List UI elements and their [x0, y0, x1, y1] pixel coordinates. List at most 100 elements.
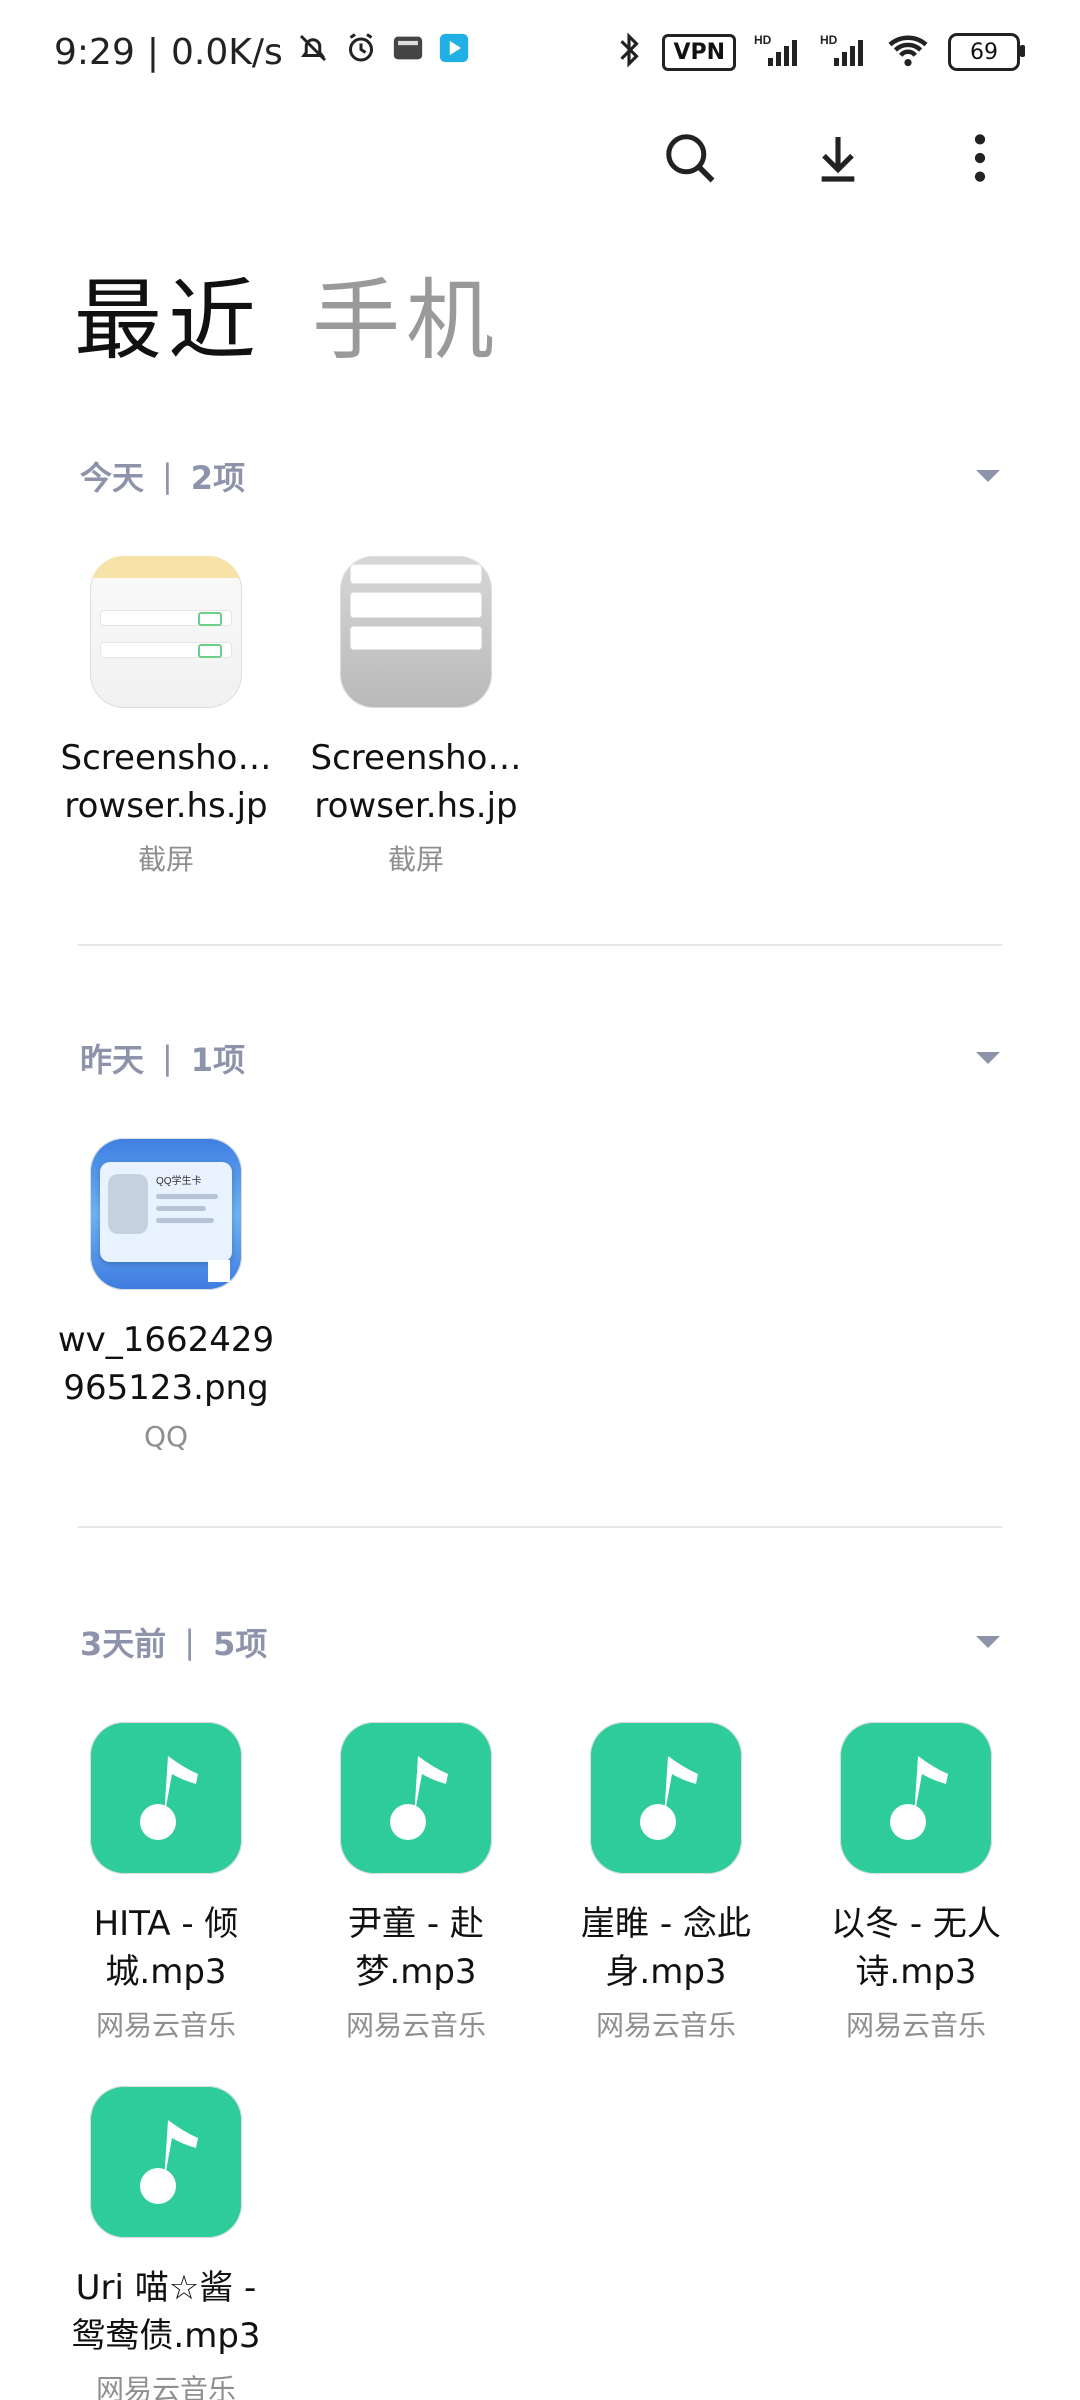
qq-card-title: QQ学生卡 — [156, 1176, 202, 1187]
thumb-row — [100, 642, 232, 658]
alarm-icon — [343, 30, 379, 75]
tab-bar: 最近 手机 — [74, 250, 500, 377]
status-bar: 9:29 | 0.0K/s VPN HD HD 69 — [0, 0, 1080, 100]
search-icon — [660, 128, 720, 192]
download-icon — [810, 130, 866, 190]
file-name-line2: rowser.hs.jp — [314, 786, 518, 826]
file-name-line1: wv_1662429 — [57, 1320, 275, 1360]
file-item[interactable]: 崖睢 - 念此 身.mp3 网易云音乐 — [541, 1722, 791, 2044]
qr-code-icon — [208, 1260, 230, 1282]
more-vertical-icon — [960, 130, 1000, 190]
music-thumbnail — [840, 1722, 992, 1874]
section-count: 5项 — [213, 1625, 268, 1663]
bluetooth-icon — [614, 31, 644, 73]
file-name-line1: 尹童 - 赴 — [348, 1904, 484, 1944]
music-note-icon — [374, 1746, 458, 1850]
file-item[interactable]: QQ学生卡 wv_1662429 965123.png QQ — [41, 1138, 291, 1453]
file-item[interactable]: 尹童 - 赴 梦.mp3 网易云音乐 — [291, 1722, 541, 2044]
network-speed: 0.0K/s — [170, 31, 283, 73]
qq-card-line — [156, 1194, 218, 1199]
file-source: 网易云音乐 — [95, 2373, 236, 2400]
file-name: HITA - 倾 城.mp3 — [41, 1900, 291, 1996]
file-name: Screensho… rowser.hs.jp — [41, 734, 291, 830]
file-source: 截屏 — [137, 843, 194, 876]
qq-card-line — [156, 1218, 214, 1223]
file-name: Uri 喵☆酱 - 鸳鸯债.mp3 — [41, 2264, 291, 2360]
vpn-badge: VPN — [662, 33, 736, 71]
screenshot-thumbnail — [90, 556, 242, 708]
thumb-header — [90, 556, 242, 578]
file-name-line1: 崖睢 - 念此 — [581, 1904, 751, 1944]
music-note-icon — [624, 1746, 708, 1850]
file-source: 网易云音乐 — [95, 2009, 236, 2042]
file-name-line2: 身.mp3 — [605, 1952, 727, 1992]
section-label: 昨天 — [80, 1041, 145, 1079]
battery-level: 69 — [970, 39, 998, 65]
time: 9:29 — [54, 31, 135, 73]
section-label: 今天 — [80, 459, 145, 497]
file-name-line1: Screensho… — [60, 738, 272, 778]
bell-muted-icon — [295, 30, 331, 75]
tab-phone[interactable]: 手机 — [312, 250, 500, 377]
player-app-icon — [437, 31, 471, 74]
file-source: 网易云音乐 — [595, 2009, 736, 2042]
more-options-button[interactable] — [940, 120, 1020, 200]
file-name: 崖睢 - 念此 身.mp3 — [541, 1900, 791, 1996]
section-label: 3天前 — [80, 1625, 167, 1663]
file-name-line1: Screensho… — [310, 738, 522, 778]
collapse-caret-icon[interactable] — [976, 470, 1000, 482]
thumb-row — [350, 564, 482, 584]
file-item[interactable]: Screensho… rowser.hs.jp 截屏 — [41, 556, 291, 878]
collapse-caret-icon[interactable] — [976, 1636, 1000, 1648]
file-name-line1: HITA - 倾 — [93, 1904, 239, 1944]
file-manager-screen: 9:29 | 0.0K/s VPN HD HD 69 最近 手机 今天 | 2项… — [0, 0, 1080, 2400]
file-name-line1: Uri 喵☆酱 - — [75, 2268, 257, 2308]
file-name-line2: 诗.mp3 — [855, 1952, 977, 1992]
section-title: 3天前 | 5项 — [80, 1619, 267, 1665]
file-item[interactable]: 以冬 - 无人 诗.mp3 网易云音乐 — [791, 1722, 1041, 2044]
section-divider — [78, 944, 1002, 946]
thumb-row-button — [198, 644, 222, 658]
file-name-line2: 城.mp3 — [105, 1952, 227, 1992]
avatar — [108, 1174, 148, 1234]
signal-1-icon: HD — [754, 32, 802, 72]
file-source: 网易云音乐 — [845, 2009, 986, 2042]
file-name-line2: 鸳鸯债.mp3 — [71, 2316, 261, 2356]
thumb-row — [100, 610, 232, 626]
svg-text:HD: HD — [754, 33, 772, 47]
section-separator: | — [184, 1623, 196, 1661]
music-note-icon — [124, 2110, 208, 2214]
file-item[interactable]: Uri 喵☆酱 - 鸳鸯债.mp3 网易云音乐 — [41, 2086, 291, 2400]
section-title: 今天 | 2项 — [80, 453, 245, 499]
collapse-caret-icon[interactable] — [976, 1052, 1000, 1064]
thumb-row — [350, 626, 482, 650]
svg-text:HD: HD — [820, 33, 838, 47]
status-left: 9:29 | 0.0K/s — [54, 26, 471, 78]
file-source: QQ — [143, 1420, 189, 1453]
file-name-line2: 梦.mp3 — [355, 1952, 477, 1992]
file-name-line1: 以冬 - 无人 — [831, 1904, 1001, 1944]
section-header-today[interactable]: 今天 | 2项 — [80, 446, 1000, 506]
search-button[interactable] — [650, 120, 730, 200]
music-thumbnail — [90, 2086, 242, 2238]
section-count: 2项 — [190, 459, 246, 497]
music-thumbnail — [590, 1722, 742, 1874]
wifi-icon — [886, 32, 930, 72]
music-thumbnail — [90, 1722, 242, 1874]
status-separator: | — [146, 31, 159, 73]
file-item[interactable]: HITA - 倾 城.mp3 网易云音乐 — [41, 1722, 291, 2044]
tab-recent[interactable]: 最近 — [74, 250, 262, 377]
download-button[interactable] — [798, 120, 878, 200]
section-count: 1项 — [190, 1041, 246, 1079]
qq-image-thumbnail: QQ学生卡 — [90, 1138, 242, 1290]
section-header-3days[interactable]: 3天前 | 5项 — [80, 1612, 1000, 1672]
section-header-yesterday[interactable]: 昨天 | 1项 — [80, 1028, 1000, 1088]
battery-indicator: 69 — [948, 33, 1025, 71]
music-note-icon — [124, 1746, 208, 1850]
file-source: 截屏 — [387, 843, 444, 876]
file-item[interactable]: Screensho… rowser.hs.jp 截屏 — [291, 556, 541, 878]
section-title: 昨天 | 1项 — [80, 1035, 245, 1081]
section-separator: | — [162, 457, 173, 495]
signal-2-icon: HD — [820, 32, 868, 72]
file-source: 网易云音乐 — [345, 2009, 486, 2042]
